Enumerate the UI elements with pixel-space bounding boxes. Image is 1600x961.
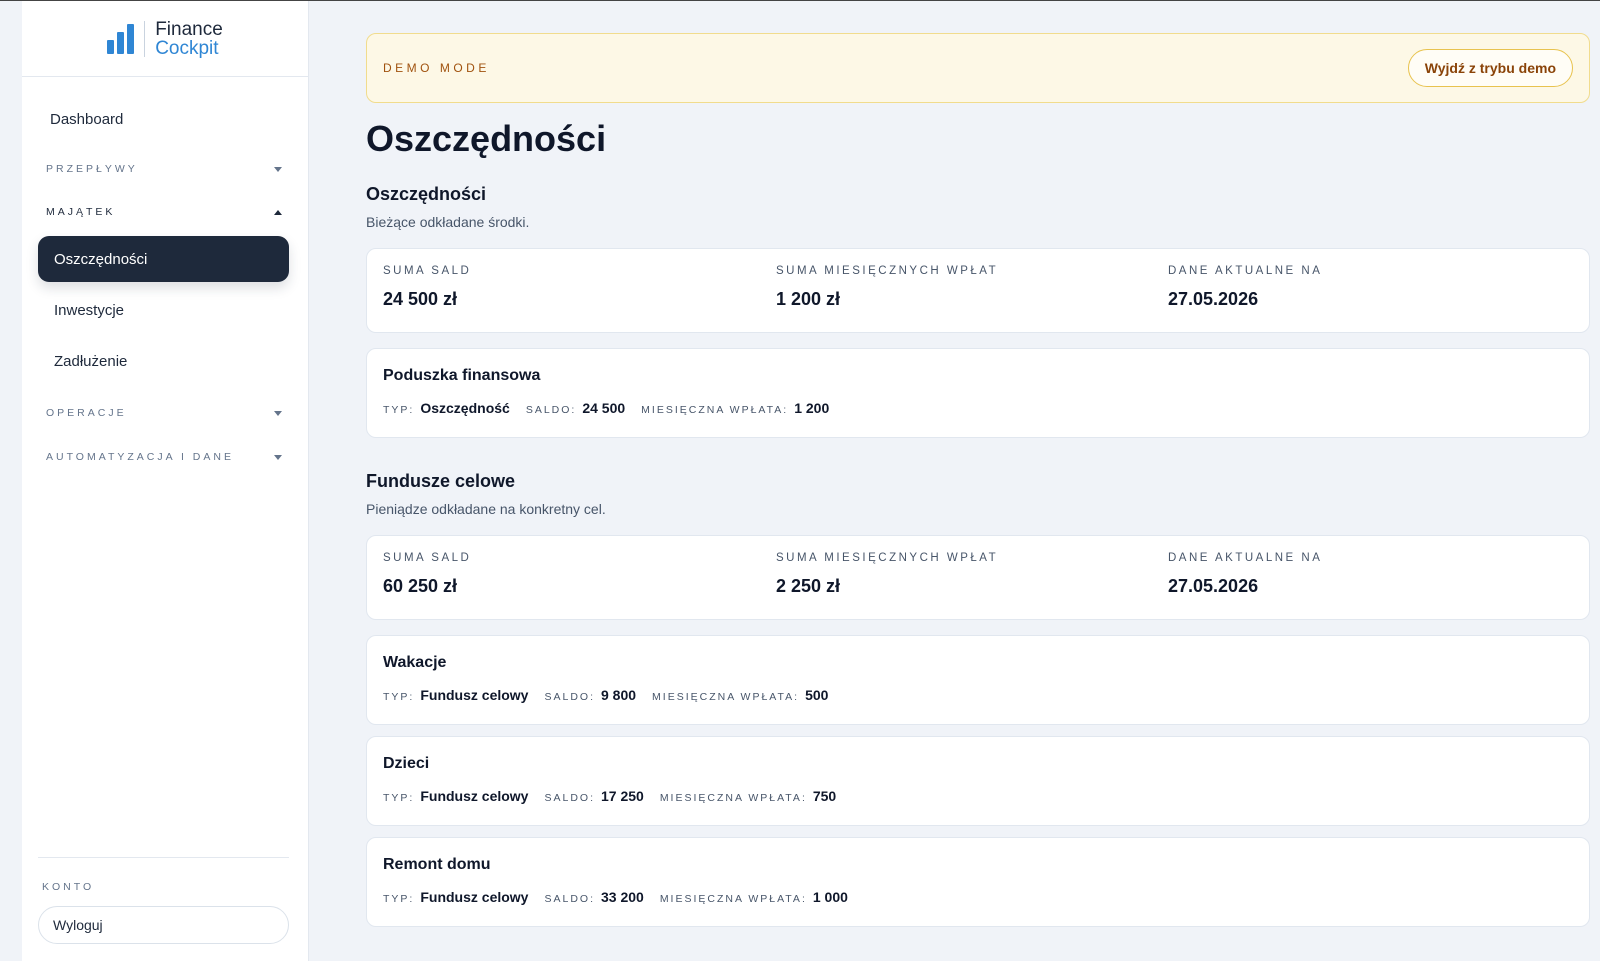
- meta-label: MIESIĘCZNA WPŁATA:: [641, 404, 789, 416]
- chevron-down-icon: [274, 410, 282, 416]
- summary-value: 27.05.2026: [1168, 576, 1259, 596]
- summary-date: DANE AKTUALNE NA 27.05.2026: [1168, 265, 1322, 310]
- nav-group-label: PRZEPŁYWY: [46, 163, 138, 175]
- item-meta: TYP: Oszczędność SALDO: 24 500 MIESIĘCZN…: [383, 400, 845, 416]
- summary-value: 60 250 zł: [383, 576, 458, 596]
- summary-monthly: SUMA MIESIĘCZNYCH WPŁAT 2 250 zł: [776, 552, 998, 597]
- summary-monthly: SUMA MIESIĘCZNYCH WPŁAT 1 200 zł: [776, 265, 998, 310]
- item-name: Remont domu: [383, 856, 491, 873]
- meta-value: 9 800: [600, 687, 637, 703]
- meta-label: SALDO:: [525, 404, 577, 416]
- sidebar-divider: [38, 857, 289, 858]
- goal-fund-item-card[interactable]: Remont domu TYP: Fundusz celowy SALDO: 3…: [366, 837, 1590, 927]
- item-meta: TYP: Fundusz celowy SALDO: 33 200 MIESIĘ…: [383, 889, 864, 905]
- nav-group-operacje[interactable]: OPERACJE: [46, 407, 282, 419]
- demo-mode-label: DEMO MODE: [383, 61, 490, 75]
- goal-fund-item-card[interactable]: Dzieci TYP: Fundusz celowy SALDO: 17 250…: [366, 736, 1590, 826]
- sidebar-item-label: Inwestycje: [54, 301, 125, 319]
- section-subtitle-savings: Bieżące odkładane środki.: [366, 214, 530, 230]
- summary-card-goal-funds: SUMA SALD 60 250 zł SUMA MIESIĘCZNYCH WP…: [366, 535, 1590, 620]
- summary-label: SUMA SALD: [383, 552, 472, 564]
- meta-label: TYP:: [383, 792, 415, 804]
- summary-label: SUMA SALD: [383, 265, 472, 277]
- meta-value: Fundusz celowy: [420, 687, 529, 703]
- summary-value: 27.05.2026: [1168, 289, 1259, 309]
- meta-value: 17 250: [600, 788, 644, 804]
- exit-demo-button[interactable]: Wyjdź z trybu demo: [1407, 49, 1573, 87]
- chevron-up-icon: [274, 209, 282, 215]
- summary-balance: SUMA SALD 24 500 zł: [383, 265, 471, 310]
- meta-label: SALDO:: [544, 893, 595, 905]
- meta-value: 500: [805, 687, 829, 703]
- logo-line-1: Finance: [155, 18, 223, 40]
- meta-label: TYP:: [383, 404, 415, 416]
- meta-value: Fundusz celowy: [420, 889, 529, 905]
- summary-label: SUMA MIESIĘCZNYCH WPŁAT: [776, 552, 999, 564]
- logo[interactable]: Finance Cockpit: [22, 1, 308, 77]
- logo-text: Finance Cockpit: [155, 20, 223, 58]
- item-name: Poduszka finansowa: [383, 367, 541, 384]
- meta-label: MIESIĘCZNA WPŁATA:: [659, 893, 807, 905]
- chevron-down-icon: [274, 454, 282, 460]
- section-title-savings: Oszczędności: [366, 184, 487, 204]
- section-title-goal-funds: Fundusze celowe: [366, 471, 516, 491]
- summary-value: 24 500 zł: [383, 289, 458, 309]
- meta-value: Fundusz celowy: [420, 788, 529, 804]
- sidebar-item-zadluzenie[interactable]: Zadłużenie: [38, 338, 289, 384]
- item-meta: TYP: Fundusz celowy SALDO: 17 250 MIESIĘ…: [383, 788, 852, 804]
- logo-divider: [144, 20, 146, 57]
- summary-card-savings: SUMA SALD 24 500 zł SUMA MIESIĘCZNYCH WP…: [366, 248, 1590, 333]
- meta-label: MIESIĘCZNA WPŁATA:: [652, 691, 800, 703]
- meta-label: MIESIĘCZNA WPŁATA:: [659, 792, 807, 804]
- logo-line-2: Cockpit: [155, 37, 219, 59]
- meta-value: Oszczędność: [420, 400, 510, 416]
- summary-value: 1 200 zł: [776, 289, 841, 309]
- sidebar-item-oszczednosci[interactable]: Oszczędności: [38, 236, 289, 282]
- item-meta: TYP: Fundusz celowy SALDO: 9 800 MIESIĘC…: [383, 687, 844, 703]
- sidebar-item-label: Zadłużenie: [54, 352, 128, 370]
- logout-button[interactable]: Wyloguj: [38, 906, 289, 944]
- section-subtitle-goal-funds: Pieniądze odkładane na konkretny cel.: [366, 501, 606, 517]
- meta-label: TYP:: [383, 893, 415, 905]
- nav-group-automatyzacja[interactable]: AUTOMATYZACJA I DANE: [46, 451, 282, 463]
- meta-label: TYP:: [383, 691, 415, 703]
- item-name: Wakacje: [383, 654, 447, 671]
- nav-group-label: AUTOMATYZACJA I DANE: [46, 451, 234, 463]
- meta-value: 1 000: [812, 889, 848, 905]
- sidebar-item-label: Oszczędności: [54, 250, 148, 268]
- account-label: KONTO: [42, 881, 95, 893]
- nav-group-przeplywy[interactable]: PRZEPŁYWY: [46, 163, 282, 175]
- goal-fund-item-card[interactable]: Wakacje TYP: Fundusz celowy SALDO: 9 800…: [366, 635, 1590, 725]
- meta-value: 1 200: [794, 400, 830, 416]
- sidebar-item-inwestycje[interactable]: Inwestycje: [38, 287, 289, 333]
- nav-group-label: OPERACJE: [46, 407, 127, 419]
- meta-value: 33 200: [600, 889, 644, 905]
- demo-banner: DEMO MODE Wyjdź z trybu demo: [366, 33, 1590, 103]
- meta-value: 750: [812, 788, 837, 804]
- page-title: Oszczędności: [366, 118, 607, 159]
- summary-label: DANE AKTUALNE NA: [1168, 552, 1323, 564]
- item-name: Dzieci: [383, 755, 430, 772]
- chevron-down-icon: [274, 166, 282, 172]
- sidebar: Finance Cockpit Dashboard PRZEPŁYWY MAJĄ…: [22, 1, 309, 961]
- meta-value: 24 500: [582, 400, 626, 416]
- summary-label: SUMA MIESIĘCZNYCH WPŁAT: [776, 265, 999, 277]
- savings-item-card[interactable]: Poduszka finansowa TYP: Oszczędność SALD…: [366, 348, 1590, 438]
- summary-label: DANE AKTUALNE NA: [1168, 265, 1323, 277]
- bar-chart-icon: [107, 23, 135, 54]
- nav-group-majatek[interactable]: MAJĄTEK: [46, 206, 282, 218]
- summary-balance: SUMA SALD 60 250 zł: [383, 552, 471, 597]
- meta-label: SALDO:: [544, 691, 595, 703]
- meta-label: SALDO:: [544, 792, 595, 804]
- nav-group-label: MAJĄTEK: [46, 206, 116, 218]
- summary-date: DANE AKTUALNE NA 27.05.2026: [1168, 552, 1322, 597]
- sidebar-item-dashboard[interactable]: Dashboard: [50, 111, 123, 128]
- summary-value: 2 250 zł: [776, 576, 841, 596]
